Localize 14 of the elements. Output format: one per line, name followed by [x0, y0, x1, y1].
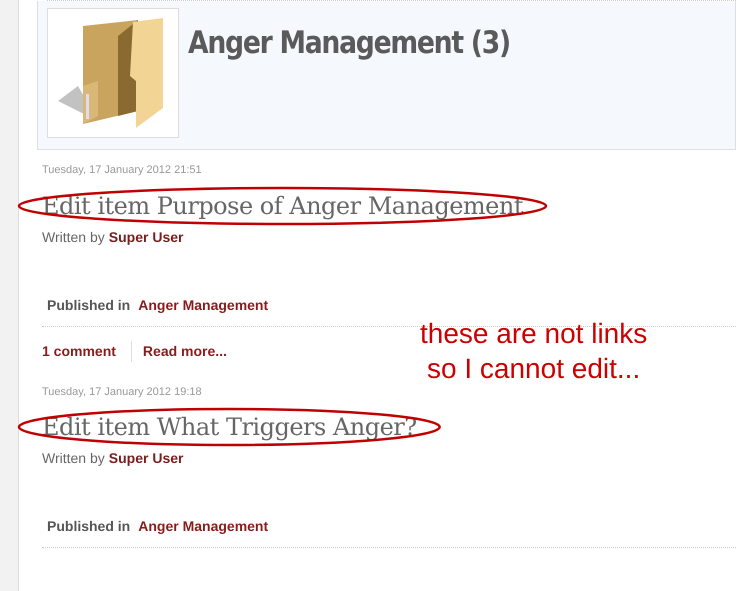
author-name: Super User: [108, 450, 184, 466]
article-date: Tuesday, 17 January 2012 19:18: [42, 384, 203, 400]
category-name: Anger Management: [138, 296, 268, 312]
written-by-label: Written by: [42, 450, 105, 466]
annotation-note: these are not links so I cannot edit...: [420, 317, 648, 386]
article-date: Tuesday, 17 January 2012 21:51: [42, 163, 203, 178]
author-name: Super User: [108, 228, 184, 244]
category-title: Anger Management (3): [188, 24, 510, 63]
published-in-label: Published in: [47, 296, 130, 312]
category-name: Anger Management: [138, 518, 268, 534]
read-more-text: Read more...: [142, 342, 227, 360]
published-in-label: Published in: [47, 518, 130, 534]
comments-count: 1 comment: [42, 342, 116, 360]
written-by-label: Written by: [42, 228, 105, 244]
